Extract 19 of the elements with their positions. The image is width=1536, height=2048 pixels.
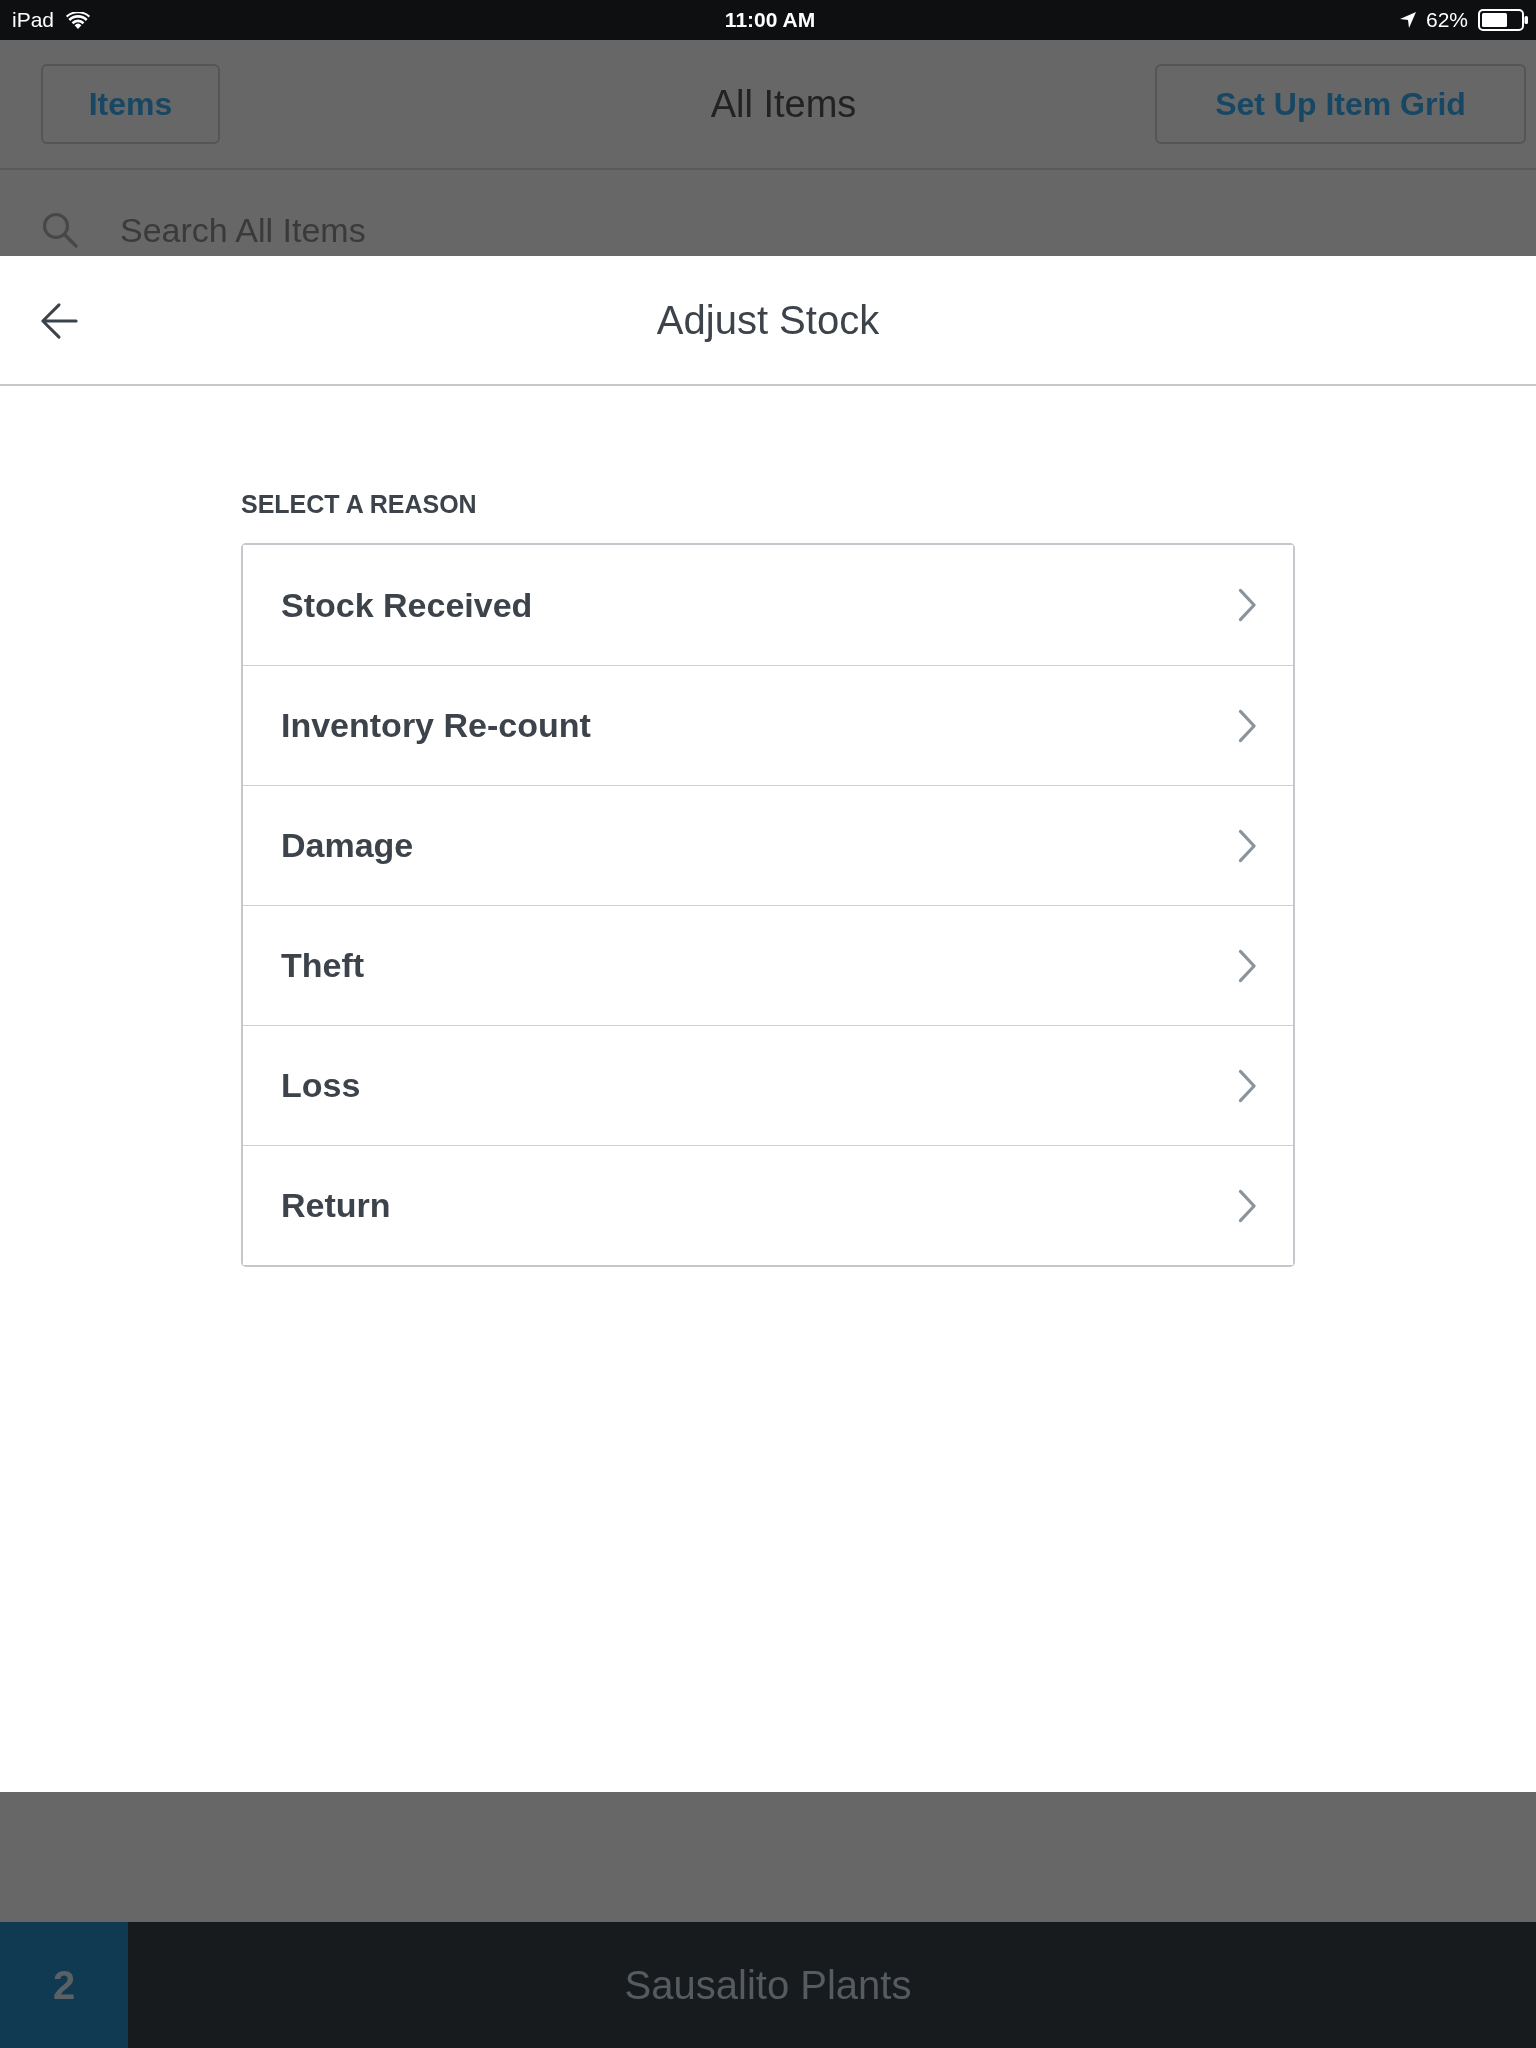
battery-percent: 62%: [1425, 8, 1468, 32]
device-name: iPad: [12, 8, 55, 32]
section-label: SELECT A REASON: [241, 490, 477, 519]
chevron-right-icon: [1238, 1188, 1257, 1223]
search-icon: [42, 212, 78, 248]
clock-time: 11:00 AM: [724, 8, 816, 32]
page-title: All Items: [710, 82, 857, 126]
chevron-right-icon: [1238, 588, 1257, 622]
location-arrow-icon: [1399, 12, 1416, 28]
back-arrow-icon[interactable]: [40, 302, 78, 340]
wifi-icon: [66, 11, 91, 29]
modal-title: Adjust Stock: [656, 297, 880, 343]
chevron-right-icon: [1238, 948, 1257, 983]
reason-item[interactable]: Return: [243, 1145, 1293, 1265]
store-name: Sausalito Plants: [624, 1962, 912, 2008]
chevron-right-icon: [1238, 1068, 1257, 1103]
chevron-right-icon: [1238, 708, 1257, 743]
chevron-right-icon: [1238, 828, 1257, 863]
battery-icon: [1478, 9, 1528, 31]
